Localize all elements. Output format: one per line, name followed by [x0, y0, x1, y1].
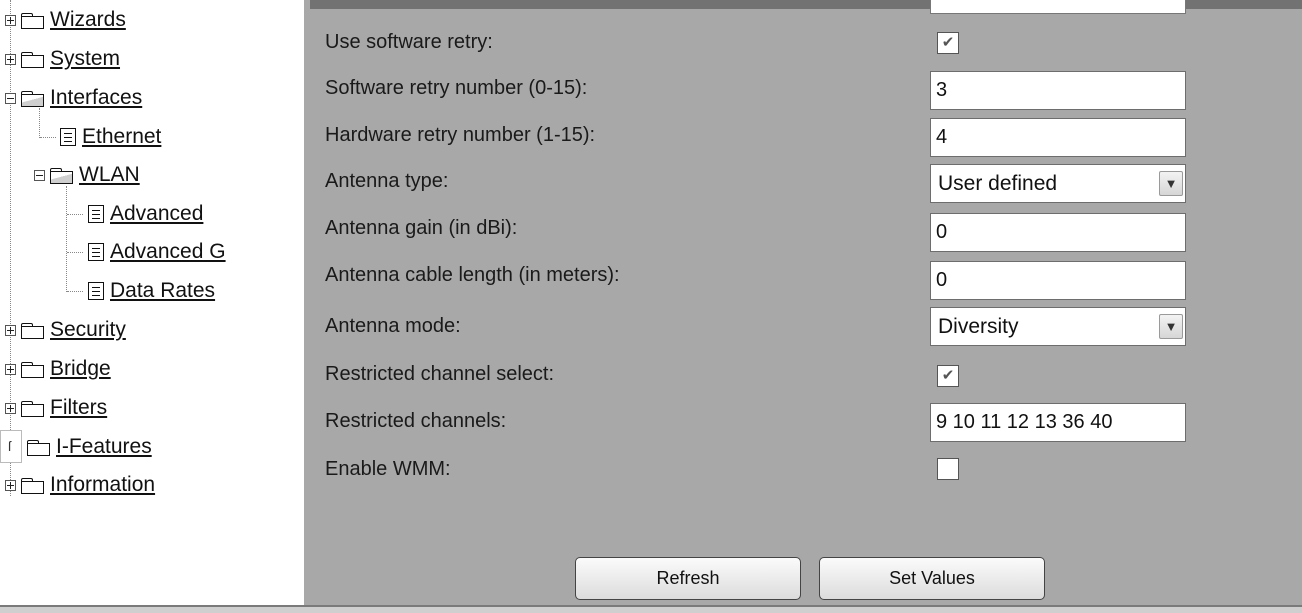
tree-item-system[interactable]: System	[5, 44, 120, 74]
expand-plus-icon[interactable]	[5, 479, 16, 491]
enable-wmm-label: Enable WMM:	[325, 458, 451, 480]
software-retry-number-input[interactable]: 3	[930, 71, 1186, 110]
window-bottom-border	[0, 605, 1302, 613]
tree-item-label[interactable]: Ethernet	[82, 125, 161, 149]
tree-item-i-features[interactable]: I-Features	[22, 432, 152, 462]
tree-connector-line	[67, 291, 83, 292]
tree-item-label[interactable]: Advanced	[110, 202, 203, 226]
page-icon	[60, 128, 76, 146]
collapse-minus-icon[interactable]	[5, 92, 16, 104]
tree-item-filters[interactable]: Filters	[5, 393, 107, 423]
folder-icon	[20, 51, 44, 68]
tree-item-wizards[interactable]: Wizards	[5, 5, 126, 35]
folder-icon	[20, 400, 44, 417]
tree-item-interfaces[interactable]: Interfaces	[5, 83, 142, 113]
tree-item-label[interactable]: WLAN	[79, 163, 140, 187]
antenna-gain-label: Antenna gain (in dBi):	[325, 217, 518, 239]
software-retry-number-label: Software retry number (0-15):	[325, 77, 588, 99]
tree-item-label[interactable]: Security	[50, 318, 126, 342]
folder-icon	[20, 12, 44, 29]
open-folder-icon	[49, 167, 73, 184]
enable-wmm-checkbox[interactable]	[937, 458, 959, 480]
tree-item-information[interactable]: Information	[5, 470, 155, 500]
tree-item-label[interactable]: Information	[50, 473, 155, 497]
tree-connector-line	[40, 137, 56, 138]
collapse-minus-icon[interactable]	[34, 169, 45, 181]
tree-connector-line	[67, 252, 83, 253]
tree-item-ethernet[interactable]: Ethernet	[56, 122, 161, 152]
settings-panel: Use software retry: ✔ Software retry num…	[304, 0, 1302, 605]
tree-connector-line	[67, 214, 83, 215]
previous-field-input[interactable]	[930, 0, 1186, 14]
tree-item-label[interactable]: I-Features	[56, 435, 152, 459]
antenna-cable-length-label: Antenna cable length (in meters):	[325, 264, 620, 286]
restricted-channels-label: Restricted channels:	[325, 410, 507, 432]
tree-item-label[interactable]: Interfaces	[50, 86, 142, 110]
tree-item-bridge[interactable]: Bridge	[5, 354, 111, 384]
expand-plus-icon[interactable]	[5, 14, 16, 26]
restricted-channels-input[interactable]: 9 10 11 12 13 36 40	[930, 403, 1186, 442]
page-icon	[88, 282, 104, 300]
folder-icon	[20, 361, 44, 378]
open-folder-icon	[20, 90, 44, 107]
tree-item-label[interactable]: System	[50, 47, 120, 71]
antenna-mode-value: Diversity	[938, 315, 1019, 338]
antenna-type-value: User defined	[938, 172, 1058, 195]
antenna-type-label: Antenna type:	[325, 170, 449, 192]
set-values-button[interactable]: Set Values	[819, 557, 1045, 600]
antenna-cable-length-input[interactable]: 0	[930, 261, 1186, 300]
tree-item-wlan[interactable]: WLAN	[34, 160, 140, 190]
expand-plus-icon[interactable]	[5, 53, 16, 65]
hardware-retry-number-label: Hardware retry number (1-15):	[325, 124, 596, 146]
use-software-retry-label: Use software retry:	[325, 31, 493, 53]
check-icon: ✔	[941, 34, 955, 51]
tree-item-advanced-g[interactable]: Advanced G	[84, 237, 226, 267]
restricted-channel-select-label: Restricted channel select:	[325, 363, 555, 385]
expand-plus-icon[interactable]	[5, 324, 16, 336]
tree-item-advanced[interactable]: Advanced	[84, 199, 203, 229]
expand-plus-icon[interactable]	[5, 402, 16, 414]
navigation-tree: Wizards System Interfaces Ethernet WLAN …	[0, 0, 304, 605]
antenna-mode-select[interactable]: Diversity ▼	[930, 307, 1186, 346]
tree-item-label[interactable]: Bridge	[50, 357, 111, 381]
folder-icon	[26, 439, 50, 456]
folder-icon	[20, 322, 44, 339]
tree-item-label[interactable]: Data Rates	[110, 279, 215, 303]
page-icon	[88, 205, 104, 223]
antenna-mode-label: Antenna mode:	[325, 315, 461, 337]
refresh-button[interactable]: Refresh	[575, 557, 801, 600]
antenna-type-select[interactable]: User defined ▼	[930, 164, 1186, 203]
check-icon: ✔	[941, 367, 955, 384]
tree-item-label[interactable]: Advanced G	[110, 240, 226, 264]
tree-item-data-rates[interactable]: Data Rates	[84, 276, 215, 306]
antenna-gain-input[interactable]: 0	[930, 213, 1186, 252]
expand-plus-icon[interactable]	[5, 363, 16, 375]
tree-item-label[interactable]: Filters	[50, 396, 107, 420]
tree-item-security[interactable]: Security	[5, 315, 126, 345]
folder-icon	[20, 477, 44, 494]
hardware-retry-number-input[interactable]: 4	[930, 118, 1186, 157]
tree-item-label[interactable]: Wizards	[50, 8, 126, 32]
chevron-down-icon[interactable]: ▼	[1159, 314, 1183, 339]
i-features-toggle-box[interactable]: ſ	[0, 430, 22, 463]
page-icon	[88, 243, 104, 261]
use-software-retry-checkbox[interactable]: ✔	[937, 32, 959, 54]
tree-connector-line	[66, 186, 67, 292]
restricted-channel-select-checkbox[interactable]: ✔	[937, 365, 959, 387]
chevron-down-icon[interactable]: ▼	[1159, 171, 1183, 196]
